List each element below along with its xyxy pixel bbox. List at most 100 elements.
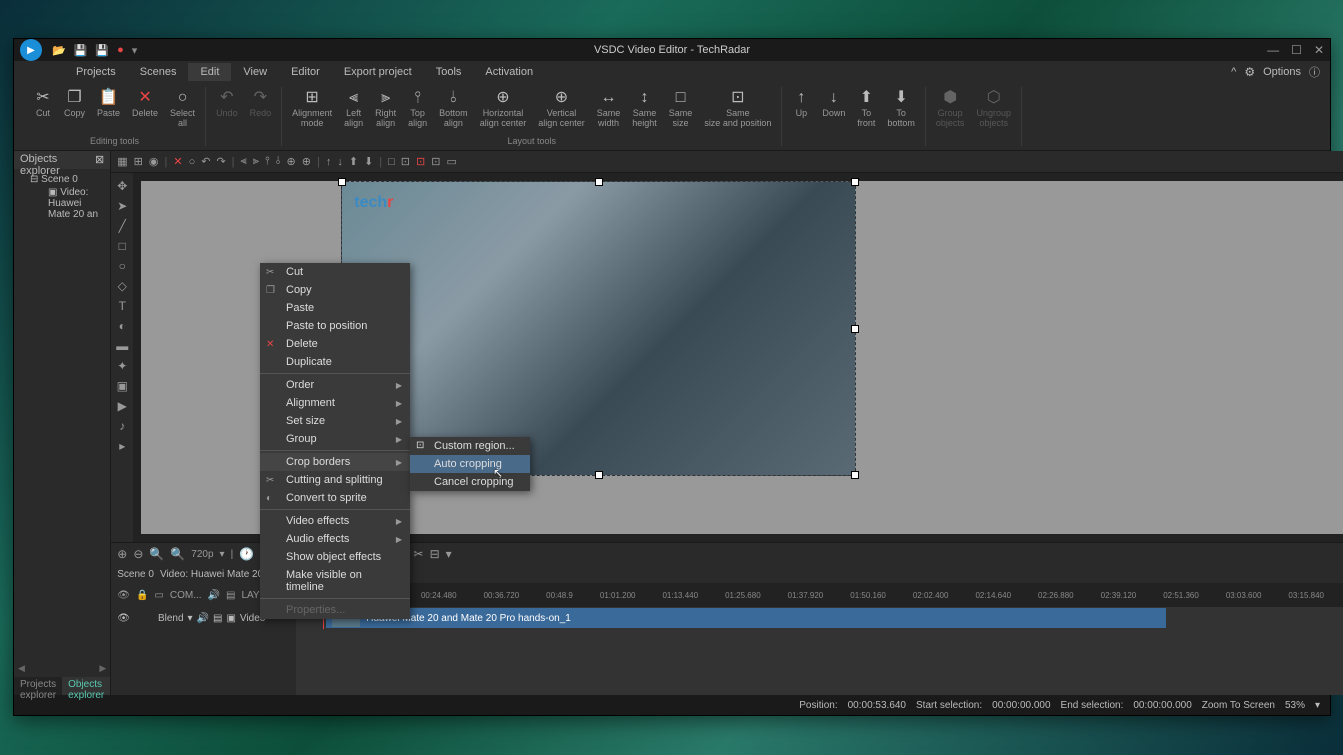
ts-text-icon[interactable]: T bbox=[113, 297, 131, 315]
ts-shape-icon[interactable]: ◇ bbox=[113, 277, 131, 295]
track-sound-icon[interactable]: 🔊 bbox=[197, 613, 209, 624]
ribbon-alignment-mode[interactable]: ⊞Alignmentmode bbox=[286, 87, 338, 135]
objects-tree[interactable]: ⊟ Scene 0▣ Video: Huawei Mate 20 an bbox=[14, 169, 110, 663]
tl-eye-icon[interactable]: 👁 bbox=[117, 590, 130, 601]
ctx-make-visible-on-timeline[interactable]: Make visible on timeline bbox=[260, 566, 410, 596]
ct-layer2-icon[interactable]: ↓ bbox=[337, 156, 343, 168]
menu-view[interactable]: View bbox=[231, 63, 279, 81]
ctx-properties-[interactable]: Properties... bbox=[260, 601, 410, 619]
ct-crop1-icon[interactable]: □ bbox=[388, 156, 395, 168]
ctx-alignment[interactable]: Alignment▶ bbox=[260, 394, 410, 412]
ribbon-bottom-align[interactable]: ⫰Bottomalign bbox=[433, 87, 474, 135]
ct-align4-icon[interactable]: ⫰ bbox=[276, 155, 281, 168]
submenu-auto-cropping[interactable]: Auto cropping bbox=[410, 455, 530, 473]
ribbon-right-align[interactable]: ⫸Rightalign bbox=[369, 87, 402, 135]
help-icon[interactable]: ⓘ bbox=[1309, 64, 1320, 80]
ctx-copy[interactable]: ❐Copy bbox=[260, 281, 410, 299]
ctx-order[interactable]: Order▶ bbox=[260, 376, 410, 394]
ctx-delete[interactable]: ✕Delete bbox=[260, 335, 410, 353]
tl-zoomin-icon[interactable]: 🔍 bbox=[149, 547, 164, 561]
ts-image-icon[interactable]: ▣ bbox=[113, 377, 131, 395]
ct-crop5-icon[interactable]: ▭ bbox=[446, 155, 456, 168]
ribbon-group-objects[interactable]: ⬢Groupobjects bbox=[930, 87, 971, 135]
ribbon-collapse-icon[interactable]: ^ bbox=[1231, 66, 1236, 78]
tl-remove-icon[interactable]: ⊖ bbox=[133, 547, 143, 561]
gear-icon[interactable]: ⚙ bbox=[1244, 65, 1255, 79]
ct-layer4-icon[interactable]: ⬇ bbox=[364, 155, 373, 168]
ct-crop3-icon[interactable]: ⊡ bbox=[416, 155, 425, 168]
ctx-duplicate[interactable]: Duplicate bbox=[260, 353, 410, 371]
ctx-cut[interactable]: ✂Cut bbox=[260, 263, 410, 281]
tl-clock-icon[interactable]: 🕐 bbox=[239, 547, 254, 561]
ribbon-same-size[interactable]: □Samesize bbox=[663, 87, 699, 135]
menu-activation[interactable]: Activation bbox=[473, 63, 545, 81]
tl-split-icon[interactable]: ⊟ bbox=[430, 547, 440, 561]
app-logo[interactable] bbox=[20, 39, 42, 61]
tree-item[interactable]: ▣ Video: Huawei Mate 20 an bbox=[18, 186, 106, 221]
timeline-track[interactable]: Huawei Mate 20 and Mate 20 Pro hands-on_… bbox=[296, 607, 1343, 629]
ribbon-down[interactable]: ↓Down bbox=[816, 87, 851, 135]
ct-crop4-icon[interactable]: ⊡ bbox=[431, 155, 440, 168]
ts-pointer-icon[interactable]: ➤ bbox=[113, 197, 131, 215]
scene-tag[interactable]: Scene 0 bbox=[117, 569, 154, 580]
video-frame[interactable]: techr bbox=[341, 181, 856, 476]
ct-snap-icon[interactable]: ⊞ bbox=[134, 155, 143, 168]
tl-add-icon[interactable]: ⊕ bbox=[117, 547, 127, 561]
ct-align2-icon[interactable]: ⫸ bbox=[253, 155, 259, 168]
ctx-paste-to-position[interactable]: Paste to position bbox=[260, 317, 410, 335]
ctx-video-effects[interactable]: Video effects▶ bbox=[260, 512, 410, 530]
tl-zoomout-icon[interactable]: 🔍 bbox=[170, 547, 185, 561]
tl-comp-icon[interactable]: ▭ bbox=[154, 590, 163, 601]
tab-projects-explorer[interactable]: Projects explorer bbox=[14, 677, 62, 695]
handle-tl[interactable] bbox=[338, 178, 346, 186]
menu-editor[interactable]: Editor bbox=[279, 63, 332, 81]
ct-align5-icon[interactable]: ⊕ bbox=[287, 155, 296, 168]
qat-open-icon[interactable]: 📂 bbox=[52, 44, 66, 57]
maximize-button[interactable]: ☐ bbox=[1291, 43, 1302, 57]
ctx-set-size[interactable]: Set size▶ bbox=[260, 412, 410, 430]
ctx-cutting-and-splitting[interactable]: ✂Cutting and splitting bbox=[260, 471, 410, 489]
scroll-right-icon[interactable]: ▶ bbox=[99, 663, 106, 677]
ts-move-icon[interactable]: ✥ bbox=[113, 177, 131, 195]
track-layers-icon[interactable]: ▤ bbox=[213, 613, 222, 624]
handle-tr[interactable] bbox=[851, 178, 859, 186]
tab-objects-explorer[interactable]: Objects explorer bbox=[62, 677, 110, 695]
panel-close-icon[interactable]: ⊠ bbox=[95, 153, 104, 167]
ribbon-left-align[interactable]: ⫷Leftalign bbox=[338, 87, 369, 135]
ct-crop2-icon[interactable]: ⊡ bbox=[401, 155, 410, 168]
ribbon-to-bottom[interactable]: ⬇Tobottom bbox=[881, 87, 921, 135]
ribbon-redo[interactable]: ↷Redo bbox=[244, 87, 278, 135]
ctx-paste[interactable]: Paste bbox=[260, 299, 410, 317]
ribbon-same-size-and-position[interactable]: ⊡Samesize and position bbox=[698, 87, 777, 135]
ribbon-to-front[interactable]: ⬆Tofront bbox=[851, 87, 881, 135]
ts-spray-icon[interactable]: ✦ bbox=[113, 357, 131, 375]
close-button[interactable]: ✕ bbox=[1314, 43, 1324, 57]
tl-more-icon[interactable]: ▾ bbox=[446, 547, 452, 561]
status-zoom-label[interactable]: Zoom To Screen bbox=[1202, 700, 1275, 711]
track-eye-icon[interactable]: 👁 bbox=[117, 613, 130, 624]
ts-video-icon[interactable]: ▶ bbox=[113, 397, 131, 415]
handle-bc[interactable] bbox=[595, 471, 603, 479]
menu-export-project[interactable]: Export project bbox=[332, 63, 424, 81]
ct-align1-icon[interactable]: ⫷ bbox=[241, 155, 247, 168]
qat-save2-icon[interactable]: 💾 bbox=[95, 44, 109, 57]
ts-tooltip-icon[interactable]: ◐ bbox=[113, 317, 131, 335]
timeline-clip[interactable]: Huawei Mate 20 and Mate 20 Pro hands-on_… bbox=[326, 608, 1166, 628]
ribbon-vertical-align-center[interactable]: ⊕Verticalalign center bbox=[532, 87, 591, 135]
ctx-convert-to-sprite[interactable]: ◐Convert to sprite bbox=[260, 489, 410, 507]
ribbon-top-align[interactable]: ⫯Topalign bbox=[402, 87, 433, 135]
ctx-show-object-effects[interactable]: Show object effects bbox=[260, 548, 410, 566]
ct-layer3-icon[interactable]: ⬆ bbox=[349, 155, 358, 168]
minimize-button[interactable]: — bbox=[1267, 43, 1279, 57]
ts-rect-icon[interactable]: □ bbox=[113, 237, 131, 255]
ctx-crop-borders[interactable]: Crop borders▶ bbox=[260, 453, 410, 471]
ct-eye-icon[interactable]: ◉ bbox=[149, 155, 159, 168]
ct-redo-icon[interactable]: ↷ bbox=[216, 155, 225, 168]
ribbon-copy[interactable]: ❐Copy bbox=[58, 87, 91, 135]
menu-scenes[interactable]: Scenes bbox=[128, 63, 189, 81]
tl-resolution[interactable]: 720p bbox=[191, 549, 213, 560]
timeline-ruler[interactable]: 0:00.00000:12.24000:24.48000:36.72000:48… bbox=[296, 583, 1343, 607]
track-blend[interactable]: Blend bbox=[158, 613, 184, 624]
ribbon-horizontal-align-center[interactable]: ⊕Horizontalalign center bbox=[474, 87, 533, 135]
ts-audio-icon[interactable]: ♪ bbox=[113, 417, 131, 435]
